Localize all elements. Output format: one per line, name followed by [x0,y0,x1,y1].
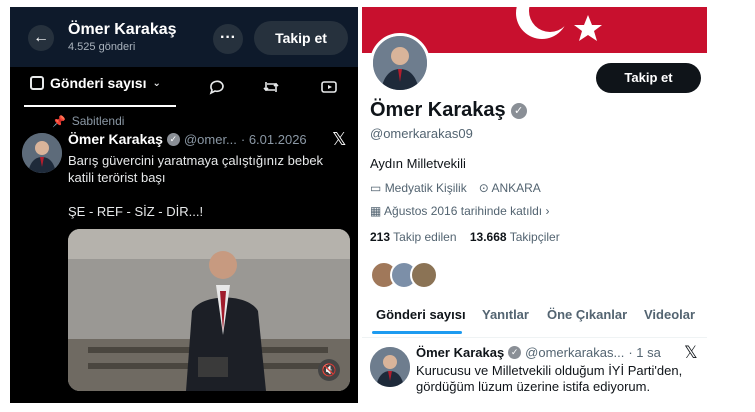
following-count: 213 [370,230,391,244]
pin-icon: 📌 [52,115,66,128]
profile-name-text: Ömer Karakaş [370,99,506,121]
followers-link[interactable]: 13.668 Takipçiler [470,230,560,244]
posts-filter-icon [30,76,44,90]
post-tabs: Gönderi sayısı ⌄ [10,69,358,107]
tab-underline [24,105,176,107]
chevron-right-icon: › [545,204,550,218]
post-line: ŞE - REF - SİZ - DİR...! [68,204,204,219]
follow-stats: 213 Takip edilen 13.668 Takipçiler [370,230,560,244]
verified-badge-icon: ✓ [166,132,180,146]
post-line: katili terörist başı [68,170,166,185]
dark-profile-panel: ← Ömer Karakaş 4.525 gönderi ··· Takip e… [10,7,358,403]
pinned-label: 📌 Sabitlendi [52,114,124,128]
author-handle: @omer... [183,131,237,147]
followers-count: 13.668 [469,230,507,244]
x-logo-icon: 𝕏 [684,343,698,362]
location: ⊙ ANKARA [479,181,541,195]
author-handle: @omerkarakas... [525,345,625,360]
join-date[interactable]: ▦ Ağustos 2016 tarihinde katıldı › [370,204,549,218]
divider [362,337,707,338]
profile-handle: @omerkarakas09 [370,126,473,141]
profile-tabs: Gönderi sayısı Yanıtlar Öne Çıkanlar Vid… [362,305,707,335]
category: ▭ Medyatik Kişilik [370,181,467,195]
join-date-text: Ağustos 2016 tarihinde katıldı [384,204,543,218]
video-icon[interactable] [320,78,338,96]
verified-badge-icon: ✓ [510,102,527,119]
calendar-icon: ▦ [370,204,382,218]
followed-by-avatars[interactable] [370,261,440,291]
author-name: Ömer Karakaş [416,345,505,360]
profile-meta: ▭ Medyatik Kişilik ⊙ ANKARA [370,181,541,195]
x-logo-icon: 𝕏 [332,129,347,149]
repost-icon[interactable] [262,78,280,96]
avatar[interactable] [370,33,430,93]
more-options-button[interactable]: ··· [213,24,243,54]
briefcase-icon: ▭ [370,181,382,195]
avatar[interactable] [22,133,62,173]
avatar [410,261,438,289]
post-author[interactable]: Ömer Karakaş ✓ @omerkarakas... · 1 sa [416,345,661,360]
post-video[interactable]: 🔇 [68,229,350,391]
category-text: Medyatik Kişilik [384,181,467,195]
post-line: Barış güvercini yaratmaya çalıştığınız b… [68,153,324,168]
tab-videos[interactable]: Videolar [644,307,695,322]
avatar[interactable] [370,347,410,387]
pinned-text: Sabitlendi [71,114,125,128]
location-pin-icon: ⊙ [478,181,489,195]
author-name: Ömer Karakaş [68,131,163,147]
post-time: · 1 sa [628,345,661,360]
light-profile-panel: Takip et Ömer Karakaş ✓ @omerkarakas09 A… [362,7,707,403]
post-text: Kurucusu ve Milletvekili olduğum İYİ Par… [416,363,696,395]
follow-button[interactable]: Takip et [596,63,701,93]
post-date: · 6.01.2026 [240,131,307,147]
tab-label: Gönderi sayısı [50,75,147,91]
tab-highlights[interactable]: Öne Çıkanlar [547,307,627,322]
chevron-down-icon: ⌄ [152,77,161,89]
following-label: Takip edilen [393,230,457,244]
profile-name: Ömer Karakaş ✓ [370,99,527,122]
post-line: Kurucusu ve Milletvekili olduğum İYİ Par… [416,363,683,378]
tab-posts-selected[interactable]: Gönderi sayısı ⌄ [30,75,161,91]
post-author[interactable]: Ömer Karakaş ✓ @omer... · 6.01.2026 [68,131,307,147]
profile-header-bar: ← Ömer Karakaş 4.525 gönderi ··· Takip e… [10,7,358,67]
header-profile-name: Ömer Karakaş [68,21,177,38]
followers-label: Takipçiler [509,230,560,244]
location-text: ANKARA [491,181,541,195]
profile-bio: Aydın Milletvekili [370,156,466,171]
follow-button[interactable]: Takip et [254,21,348,55]
verified-badge-icon: ✓ [508,346,522,359]
post-line: gördüğüm lüzum üzerine istifa ediyorum. [416,379,651,394]
reply-icon[interactable] [208,78,226,96]
following-link[interactable]: 213 Takip edilen [370,230,457,244]
mute-icon[interactable]: 🔇 [318,359,340,381]
tab-posts[interactable]: Gönderi sayısı [376,307,466,322]
tab-replies[interactable]: Yanıtlar [482,307,529,322]
post-text: Barış güvercini yaratmaya çalıştığınız b… [68,152,348,220]
post-count: 4.525 gönderi [68,41,136,53]
tab-underline [372,331,462,334]
back-arrow-icon[interactable]: ← [28,25,54,51]
